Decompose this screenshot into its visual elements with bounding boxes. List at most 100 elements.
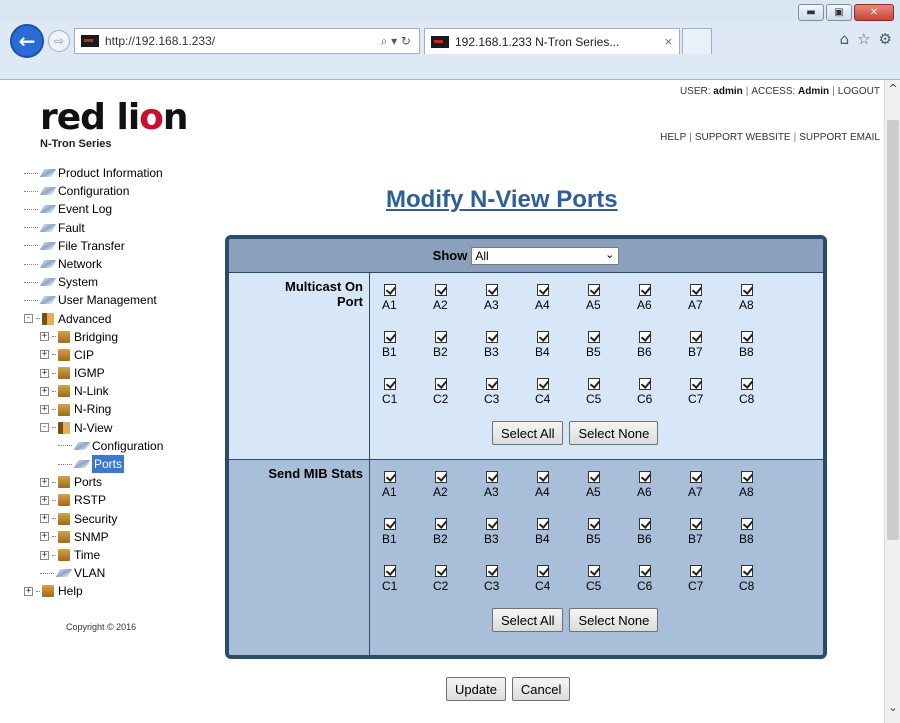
tree-item[interactable]: Configuration bbox=[24, 182, 163, 200]
port-checkbox[interactable] bbox=[741, 471, 753, 483]
expand-icon[interactable]: + bbox=[24, 586, 33, 596]
port-checkbox[interactable] bbox=[486, 471, 498, 483]
port-checkbox[interactable] bbox=[741, 518, 753, 530]
port-checkbox[interactable] bbox=[384, 471, 396, 483]
port-checkbox[interactable] bbox=[486, 565, 498, 577]
tree-item[interactable]: + Time bbox=[24, 546, 163, 564]
port-checkbox[interactable] bbox=[486, 518, 498, 530]
tree-item[interactable]: + RSTP bbox=[24, 491, 163, 509]
port-checkbox[interactable] bbox=[486, 378, 498, 390]
update-button[interactable]: Update bbox=[446, 677, 506, 701]
tree-item[interactable]: VLAN bbox=[24, 564, 163, 582]
close-window-button[interactable]: ✕ bbox=[854, 4, 894, 21]
back-button[interactable]: ← bbox=[10, 24, 44, 58]
expand-icon[interactable]: + bbox=[40, 495, 49, 505]
new-tab-button[interactable] bbox=[682, 28, 712, 54]
port-checkbox[interactable] bbox=[435, 565, 447, 577]
maximize-button[interactable]: ▣ bbox=[826, 4, 852, 21]
port-checkbox[interactable] bbox=[639, 565, 651, 577]
tree-item[interactable]: File Transfer bbox=[24, 237, 163, 255]
tree-item[interactable]: + Security bbox=[24, 510, 163, 528]
port-checkbox[interactable] bbox=[486, 331, 498, 343]
expand-icon[interactable]: + bbox=[40, 368, 49, 378]
tree-item[interactable]: User Management bbox=[24, 291, 163, 309]
select-none-button[interactable]: Select None bbox=[569, 608, 659, 632]
port-checkbox[interactable] bbox=[588, 471, 600, 483]
address-tools[interactable]: ⌕ ▾ ↻ bbox=[381, 34, 411, 49]
scroll-thumb[interactable] bbox=[887, 120, 899, 540]
port-checkbox[interactable] bbox=[741, 565, 753, 577]
tree-item[interactable]: + Bridging bbox=[24, 328, 163, 346]
port-checkbox[interactable] bbox=[741, 378, 753, 390]
port-checkbox[interactable] bbox=[588, 331, 600, 343]
tree-item[interactable]: + N-Link bbox=[24, 382, 163, 400]
scroll-up-icon[interactable]: ^ bbox=[885, 82, 900, 98]
port-checkbox[interactable] bbox=[384, 378, 396, 390]
scroll-down-icon[interactable]: ⌄ bbox=[885, 701, 900, 717]
port-checkbox[interactable] bbox=[690, 284, 702, 296]
tree-item[interactable]: Product Information bbox=[24, 164, 163, 182]
expand-icon[interactable]: + bbox=[40, 332, 49, 342]
port-checkbox[interactable] bbox=[537, 284, 549, 296]
port-checkbox[interactable] bbox=[588, 284, 600, 296]
tree-item[interactable]: - N-View bbox=[24, 419, 163, 437]
port-checkbox[interactable] bbox=[435, 518, 447, 530]
port-checkbox[interactable] bbox=[639, 518, 651, 530]
port-checkbox[interactable] bbox=[537, 471, 549, 483]
port-checkbox[interactable] bbox=[639, 331, 651, 343]
port-checkbox[interactable] bbox=[588, 378, 600, 390]
tab-close-icon[interactable]: × bbox=[664, 35, 673, 48]
logout-link[interactable]: LOGOUT bbox=[838, 86, 880, 97]
tree-item[interactable]: + SNMP bbox=[24, 528, 163, 546]
tree-item[interactable]: Network bbox=[24, 255, 163, 273]
collapse-icon[interactable]: - bbox=[40, 423, 49, 433]
support-website-link[interactable]: SUPPORT WEBSITE bbox=[695, 132, 791, 143]
port-checkbox[interactable] bbox=[690, 565, 702, 577]
favorites-star-icon[interactable]: ☆ bbox=[857, 30, 870, 48]
tree-item[interactable]: Fault bbox=[24, 219, 163, 237]
help-link[interactable]: HELP bbox=[660, 132, 686, 143]
tree-item[interactable]: System bbox=[24, 273, 163, 291]
port-checkbox[interactable] bbox=[639, 471, 651, 483]
page-scrollbar[interactable]: ^ ⌄ bbox=[884, 80, 900, 723]
select-all-button[interactable]: Select All bbox=[492, 421, 564, 445]
port-checkbox[interactable] bbox=[486, 284, 498, 296]
port-checkbox[interactable] bbox=[384, 331, 396, 343]
port-checkbox[interactable] bbox=[384, 284, 396, 296]
show-select[interactable]: All ⌄ bbox=[471, 246, 620, 265]
tree-item[interactable]: + CIP bbox=[24, 346, 163, 364]
port-checkbox[interactable] bbox=[384, 518, 396, 530]
tree-item[interactable]: + Ports bbox=[24, 473, 163, 491]
expand-icon[interactable]: + bbox=[40, 477, 49, 487]
tree-item[interactable]: + Help bbox=[24, 582, 163, 600]
expand-icon[interactable]: + bbox=[40, 350, 49, 360]
settings-gear-icon[interactable]: ⚙ bbox=[879, 30, 892, 48]
tree-item[interactable]: Configuration bbox=[24, 437, 163, 455]
expand-icon[interactable]: + bbox=[40, 386, 49, 396]
port-checkbox[interactable] bbox=[537, 331, 549, 343]
home-icon[interactable]: ⌂ bbox=[840, 30, 850, 48]
port-checkbox[interactable] bbox=[639, 284, 651, 296]
minimize-button[interactable]: ▬ bbox=[798, 4, 824, 21]
collapse-icon[interactable]: - bbox=[24, 314, 33, 324]
address-bar[interactable]: http://192.168.1.233/ ⌕ ▾ ↻ bbox=[74, 28, 420, 54]
port-checkbox[interactable] bbox=[435, 284, 447, 296]
port-checkbox[interactable] bbox=[435, 378, 447, 390]
port-checkbox[interactable] bbox=[690, 331, 702, 343]
port-checkbox[interactable] bbox=[588, 518, 600, 530]
port-checkbox[interactable] bbox=[690, 378, 702, 390]
tree-item[interactable]: - Advanced bbox=[24, 310, 163, 328]
port-checkbox[interactable] bbox=[537, 518, 549, 530]
tree-item[interactable]: + IGMP bbox=[24, 364, 163, 382]
port-checkbox[interactable] bbox=[690, 471, 702, 483]
expand-icon[interactable]: + bbox=[40, 405, 49, 415]
port-checkbox[interactable] bbox=[537, 378, 549, 390]
forward-button[interactable]: ⇨ bbox=[48, 30, 70, 52]
tree-item[interactable]: Event Log bbox=[24, 200, 163, 218]
port-checkbox[interactable] bbox=[588, 565, 600, 577]
cancel-button[interactable]: Cancel bbox=[511, 677, 571, 701]
tree-item[interactable]: + N-Ring bbox=[24, 400, 163, 418]
port-checkbox[interactable] bbox=[741, 284, 753, 296]
port-checkbox[interactable] bbox=[384, 565, 396, 577]
port-checkbox[interactable] bbox=[435, 331, 447, 343]
